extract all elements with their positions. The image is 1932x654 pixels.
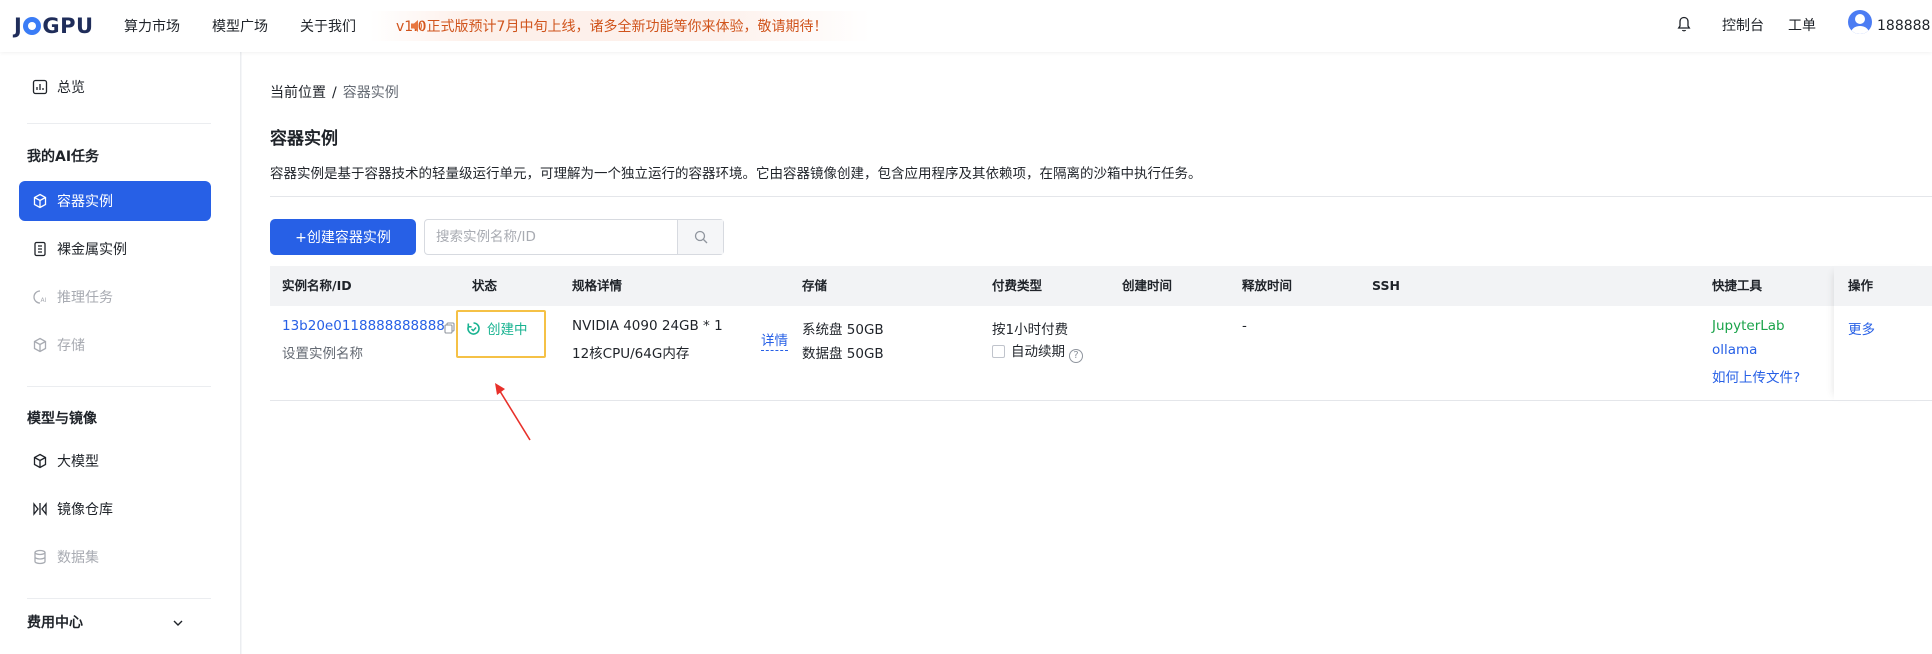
auto-renew-checkbox[interactable] (992, 345, 1005, 358)
divider (27, 598, 211, 599)
sidebar-item-dataset[interactable]: 数据集 (19, 537, 211, 577)
sidebar-item-storage[interactable]: 存储 (19, 325, 211, 365)
highlight-box (456, 310, 546, 358)
breadcrumb-prefix: 当前位置 (270, 85, 326, 101)
box-icon (31, 336, 49, 354)
table-header: 实例名称/ID 状态 规格详情 存储 付费类型 创建时间 释放时间 SSH 快捷… (270, 266, 1932, 306)
sidebar-item-container[interactable]: 容器实例 (19, 181, 211, 221)
announcement-text: v1.0正式版预计7月中旬上线，诸多全新功能等你来体验，敬请期待！ (396, 19, 828, 35)
sidebar: 总览 我的AI任务 容器实例 裸金属实例 AI 推理任务 存储 模型与镜像 大模… (0, 52, 241, 654)
col-release: 释放时间 (1242, 278, 1293, 293)
server-icon (31, 240, 49, 258)
announcement-banner: v1.0正式版预计7月中旬上线，诸多全新功能等你来体验，敬请期待！ (370, 11, 870, 41)
page-description: 容器实例是基于容器技术的轻量级运行单元，可理解为一个独立运行的容器环境。它由容器… (270, 166, 1202, 182)
annotation-arrow-icon (495, 383, 531, 441)
cube-icon (31, 192, 49, 210)
chevron-down-icon[interactable] (172, 617, 184, 629)
billing-type: 按1小时付费 (992, 322, 1069, 338)
sidebar-item-label: 镜像仓库 (57, 502, 113, 518)
search-icon (694, 230, 707, 244)
sidebar-item-label: 裸金属实例 (57, 242, 127, 258)
tool-ollama-link[interactable]: ollama (1712, 342, 1757, 358)
search-box (424, 219, 724, 255)
more-button[interactable]: 更多 (1848, 318, 1875, 338)
col-ops: 操作 (1848, 278, 1874, 293)
nav-model-square[interactable]: 模型广场 (212, 16, 268, 36)
auto-renew-label: 自动续期 (1011, 344, 1065, 360)
ticket-link[interactable]: 工单 (1788, 0, 1816, 52)
mirror-icon (31, 500, 49, 518)
avatar[interactable] (1848, 10, 1872, 34)
col-status: 状态 (472, 278, 498, 293)
spec-gpu: NVIDIA 4090 24GB * 1 (572, 318, 723, 334)
set-name-hint[interactable]: 设置实例名称 (282, 342, 363, 362)
breadcrumb-current: 容器实例 (342, 85, 399, 101)
sidebar-item-label: 存储 (57, 338, 85, 354)
release-time: - (1242, 318, 1247, 334)
sidebar-group-ai: 我的AI任务 (27, 149, 100, 165)
divider (270, 196, 1932, 197)
sidebar-item-baremetal[interactable]: 裸金属实例 (19, 229, 211, 269)
nav-compute-market[interactable]: 算力市场 (124, 16, 180, 36)
main-nav: 算力市场 模型广场 关于我们 (124, 0, 388, 52)
database-icon (31, 548, 49, 566)
console-link[interactable]: 控制台 (1722, 0, 1764, 52)
divider (27, 386, 211, 387)
sidebar-item-llm[interactable]: 大模型 (19, 441, 211, 481)
sidebar-group-model: 模型与镜像 (27, 411, 97, 427)
svg-text:AI: AI (41, 297, 47, 304)
col-ssh: SSH (1372, 278, 1400, 293)
breadcrumb-separator: / (332, 85, 337, 101)
logo[interactable]: J GPU (14, 12, 94, 40)
auto-renew: 自动续期? (992, 340, 1083, 363)
instance-id-link[interactable]: 13b20e0118888888888 (282, 318, 445, 334)
breadcrumb: 当前位置 / 容器实例 (270, 82, 399, 102)
col-storage: 存储 (802, 278, 828, 293)
col-tools: 快捷工具 (1712, 278, 1763, 293)
help-icon[interactable]: ? (1069, 349, 1083, 363)
sidebar-group-fee[interactable]: 费用中心 (27, 612, 83, 632)
col-created: 创建时间 (1122, 278, 1173, 293)
spec-cpu-mem: 12核CPU/64G内存 (572, 346, 690, 362)
nav-about[interactable]: 关于我们 (300, 16, 356, 36)
divider (27, 123, 211, 124)
spec-detail-link[interactable]: 详情 (761, 332, 788, 351)
create-instance-button[interactable]: +创建容器实例 (270, 219, 416, 255)
sidebar-item-registry[interactable]: 镜像仓库 (19, 489, 211, 529)
logo-mark-icon (23, 17, 42, 35)
dashboard-icon (31, 78, 49, 96)
username[interactable]: 188888... (1877, 0, 1932, 52)
sidebar-item-label: 数据集 (57, 550, 99, 566)
col-name: 实例名称/ID (282, 278, 352, 293)
sidebar-item-inference[interactable]: AI 推理任务 (19, 277, 211, 317)
upload-help-link[interactable]: 如何上传文件? (1712, 366, 1800, 386)
bell-icon[interactable] (1676, 14, 1692, 36)
sidebar-item-label: 总览 (57, 80, 85, 96)
sidebar-item-label: 推理任务 (57, 290, 113, 306)
sidebar-item-overview[interactable]: 总览 (19, 67, 211, 107)
top-navbar: J GPU 算力市场 模型广场 关于我们 v1.0正式版预计7月中旬上线，诸多全新… (0, 0, 1932, 52)
col-spec: 规格详情 (572, 278, 623, 293)
storage-data: 数据盘 50GB (802, 346, 884, 362)
storage-system: 系统盘 50GB (802, 322, 884, 338)
page-title: 容器实例 (270, 129, 338, 149)
search-input[interactable] (425, 220, 677, 254)
sidebar-item-label: 容器实例 (57, 194, 113, 210)
cube-icon (31, 452, 49, 470)
ai-icon: AI (31, 288, 49, 306)
copy-icon[interactable] (444, 322, 455, 334)
col-billing: 付费类型 (992, 278, 1043, 293)
sidebar-item-label: 大模型 (57, 454, 99, 470)
search-button[interactable] (677, 220, 723, 254)
tool-jupyterlab-link[interactable]: JupyterLab (1712, 318, 1785, 334)
